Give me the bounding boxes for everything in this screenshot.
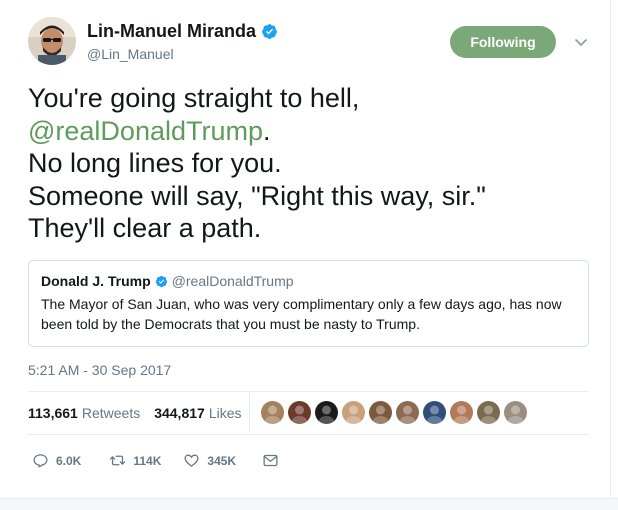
following-button[interactable]: Following bbox=[450, 26, 556, 58]
mention-link[interactable]: @realDonaldTrump bbox=[28, 116, 263, 146]
likes-stat[interactable]: 344,817 Likes bbox=[154, 405, 241, 421]
divider bbox=[28, 434, 589, 435]
tweet-actions: 6.0K 114K 345K bbox=[32, 452, 279, 469]
retweets-count: 113,661 bbox=[28, 405, 78, 421]
author-display-name[interactable]: Lin-Manuel Miranda bbox=[87, 21, 256, 42]
liker-avatar-image bbox=[508, 405, 523, 424]
liker-avatar[interactable] bbox=[315, 401, 338, 424]
liker-avatar-image bbox=[427, 405, 442, 424]
author-name-row: Lin-Manuel Miranda bbox=[87, 21, 278, 42]
quoted-tweet-header: Donald J. Trump @realDonaldTrump bbox=[41, 273, 578, 289]
heart-icon bbox=[184, 454, 199, 467]
liker-avatar-image bbox=[265, 405, 280, 424]
liker-avatar[interactable] bbox=[342, 401, 365, 424]
like-count: 345K bbox=[207, 453, 237, 468]
tweet-line-mention: @realDonaldTrump. bbox=[28, 115, 598, 148]
reply-count: 6.0K bbox=[56, 453, 82, 468]
liker-avatar[interactable] bbox=[369, 401, 392, 424]
liker-avatar-image bbox=[454, 405, 469, 424]
liker-avatar[interactable] bbox=[450, 401, 473, 424]
retweets-stat[interactable]: 113,661 Retweets bbox=[28, 405, 140, 421]
liker-avatar[interactable] bbox=[396, 401, 419, 424]
bottom-border bbox=[0, 498, 618, 510]
likes-count: 344,817 bbox=[154, 405, 205, 421]
liker-avatar-image bbox=[400, 405, 415, 424]
liker-avatars bbox=[261, 401, 531, 424]
reply-icon bbox=[33, 454, 48, 468]
avatar-image bbox=[28, 17, 76, 65]
retweet-button[interactable]: 114K bbox=[109, 452, 161, 469]
liker-avatar-image bbox=[319, 405, 334, 424]
liker-avatar[interactable] bbox=[504, 401, 527, 424]
tweet-line: Someone will say, "Right this way, sir." bbox=[28, 180, 486, 211]
liker-avatar[interactable] bbox=[423, 401, 446, 424]
tweet-line: They'll clear a path. bbox=[28, 213, 262, 243]
verified-badge-icon bbox=[155, 275, 167, 287]
stats-separator bbox=[249, 393, 250, 431]
direct-message-button[interactable] bbox=[262, 452, 279, 469]
liker-avatar[interactable] bbox=[261, 401, 284, 424]
chevron-down-icon[interactable] bbox=[573, 34, 589, 50]
retweet-count: 114K bbox=[133, 453, 162, 468]
tweet-period: . bbox=[263, 115, 271, 146]
quoted-tweet[interactable]: Donald J. Trump @realDonaldTrump The May… bbox=[28, 260, 589, 347]
liker-avatar-image bbox=[346, 405, 361, 424]
author-handle[interactable]: @Lin_Manuel bbox=[87, 46, 174, 62]
tweet-text: You're going straight to hell, @realDona… bbox=[28, 82, 598, 245]
liker-avatar-image bbox=[292, 405, 307, 424]
divider bbox=[28, 391, 589, 392]
liker-avatar-image bbox=[373, 405, 388, 424]
liker-avatar-image bbox=[481, 405, 496, 424]
author-avatar[interactable] bbox=[28, 17, 76, 65]
tweet-stats: 113,661 Retweets 344,817 Likes bbox=[28, 405, 242, 421]
retweet-icon bbox=[110, 455, 126, 466]
tweet-timestamp[interactable]: 5:21 AM - 30 Sep 2017 bbox=[28, 362, 171, 378]
quoted-tweet-text: The Mayor of San Juan, who was very comp… bbox=[41, 296, 562, 332]
direct-message-icon bbox=[263, 454, 278, 467]
liker-avatar[interactable] bbox=[477, 401, 500, 424]
likes-label: Likes bbox=[208, 405, 242, 421]
tweet-line: You're going straight to hell, bbox=[28, 83, 360, 113]
tweet-line: No long lines for you. bbox=[28, 148, 282, 178]
tweet-card: Lin-Manuel Miranda @Lin_Manuel Following… bbox=[0, 0, 618, 510]
like-button[interactable]: 345K bbox=[183, 452, 236, 469]
verified-badge-icon bbox=[262, 24, 277, 39]
window-edge bbox=[610, 0, 618, 498]
quoted-author-handle: @realDonaldTrump bbox=[171, 273, 294, 289]
liker-avatar[interactable] bbox=[288, 401, 311, 424]
quoted-author-name: Donald J. Trump bbox=[41, 273, 151, 289]
reply-button[interactable]: 6.0K bbox=[32, 452, 81, 469]
retweets-label: Retweets bbox=[81, 405, 141, 421]
